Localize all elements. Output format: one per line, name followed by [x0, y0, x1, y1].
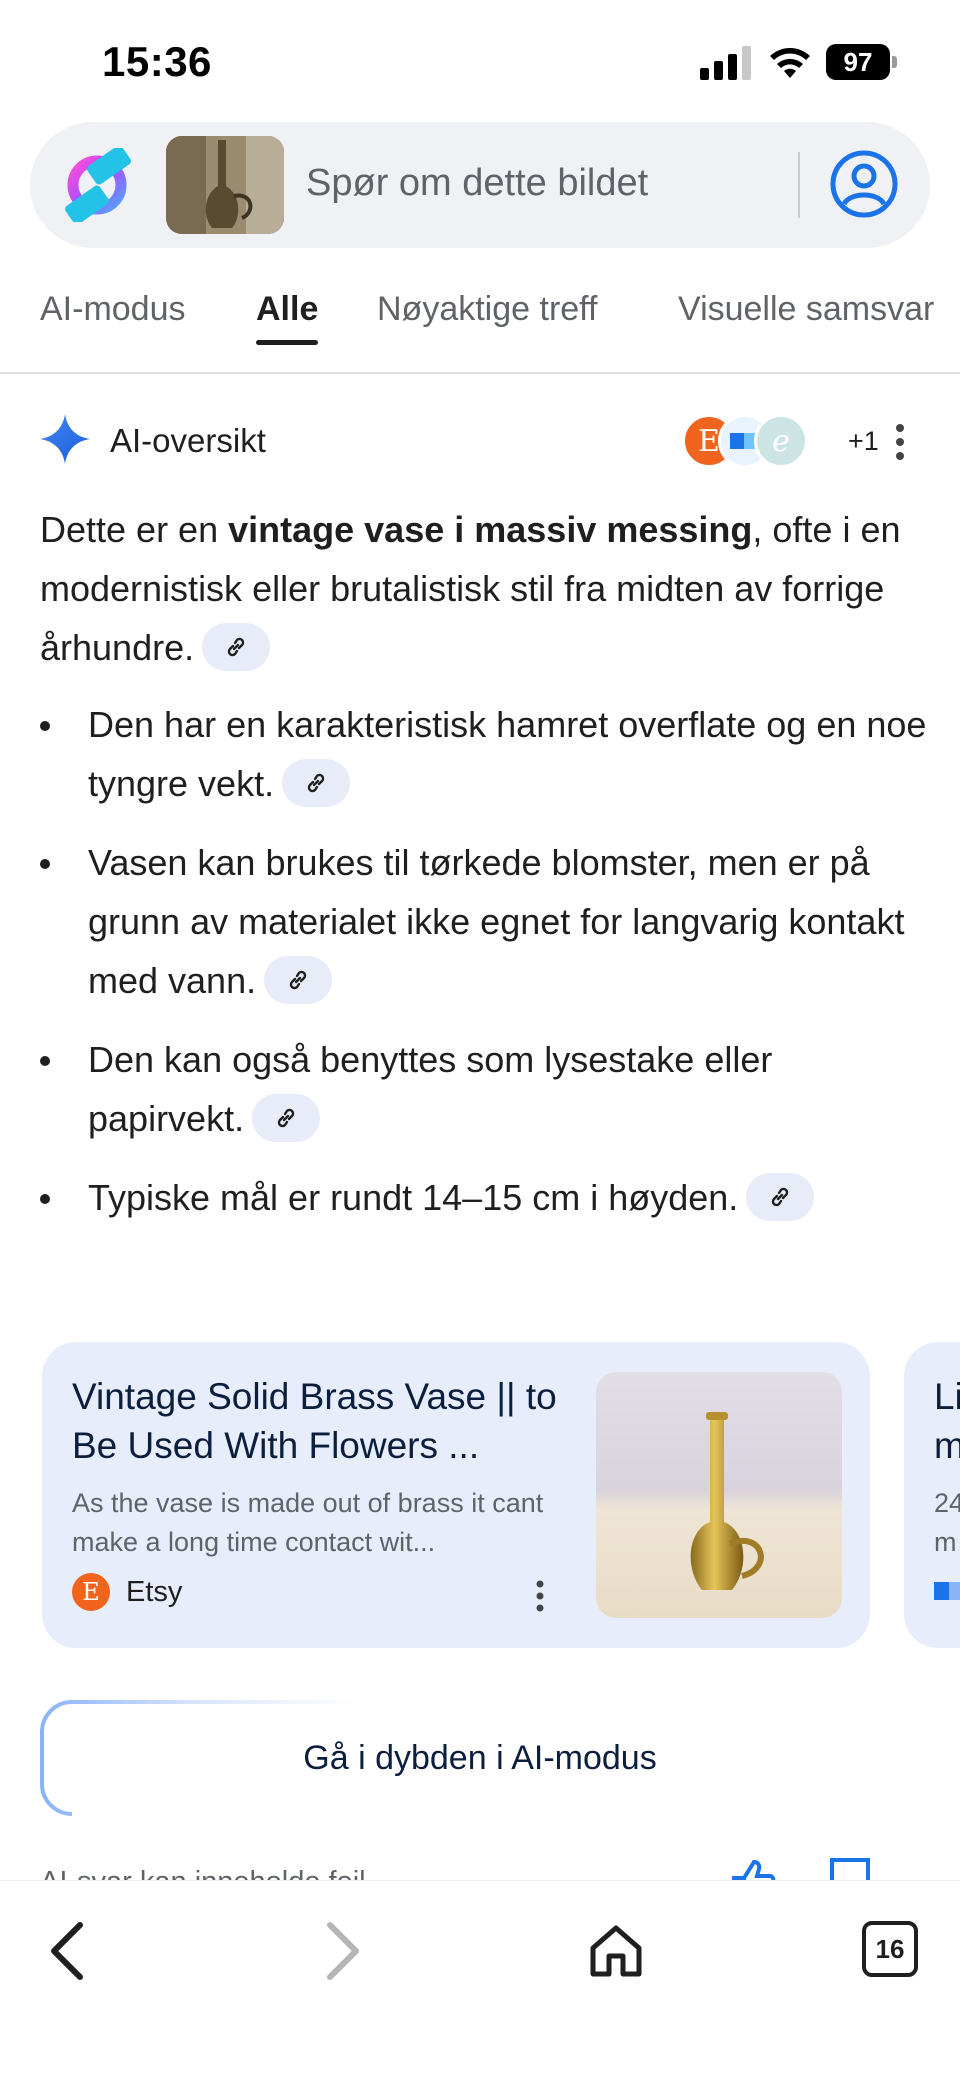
link-icon [227, 638, 245, 657]
citation-link-button[interactable] [746, 1173, 815, 1222]
source-avatars[interactable]: E e +1 [682, 414, 882, 470]
ai-overview-body: Dette er en vintage vase i massiv messin… [40, 500, 930, 1247]
card-snippet: As the vase is made out of brass it cant… [72, 1488, 544, 1557]
etsy-logo-icon: E [72, 1573, 110, 1611]
link-icon [289, 971, 307, 990]
ai-mode-button-label[interactable]: Gå i dybden i AI-modus [40, 1700, 920, 1816]
search-input[interactable]: Spør om dette bildet [306, 162, 648, 205]
overview-bullets: Den har en karakteristisk hamret overfla… [40, 695, 930, 1227]
bullet-text: Den har en karakteristisk hamret overfla… [88, 704, 927, 804]
ai-mode-button[interactable]: Gå i dybden i AI-modus [40, 1700, 680, 1816]
search-divider [798, 152, 800, 218]
citation-link-button[interactable] [252, 1094, 321, 1143]
ai-overview-title: AI-oversikt [110, 422, 266, 459]
wifi-icon [770, 48, 810, 78]
home-button[interactable] [576, 1911, 656, 1991]
link-icon [277, 1109, 295, 1128]
overview-intro: Dette er en vintage vase i massiv messin… [40, 500, 930, 677]
forward-button[interactable] [302, 1911, 382, 1991]
status-bar: 15:36 97 [0, 0, 960, 120]
citation-link-button[interactable] [264, 956, 333, 1005]
bullet-text: Vasen kan brukes til tørkede blomster, m… [88, 842, 905, 1001]
card-product-image[interactable] [596, 1372, 842, 1618]
bullet-text: Typiske mål er rundt 14–15 cm i høyden. [88, 1177, 739, 1218]
intro-text: Dette er en [40, 509, 229, 550]
account-icon[interactable] [828, 148, 900, 220]
intro-highlight: vintage vase i massiv messing [228, 509, 753, 550]
ai-overview-header: AI-oversikt E e +1 [40, 414, 930, 470]
card-snippet: 24 m [934, 1488, 960, 1557]
card-more-options-icon[interactable] [532, 1578, 548, 1614]
source-card[interactable]: Li m 24 m [904, 1342, 960, 1648]
battery-icon: 97 [826, 44, 897, 80]
citation-link-button[interactable] [282, 759, 351, 808]
link-icon [772, 1188, 789, 1207]
tab-all[interactable]: Alle [256, 290, 318, 329]
tab-visual-matches[interactable]: Visuelle samsvar [678, 290, 934, 329]
source-logo-icon [934, 1582, 960, 1600]
card-source-name: Etsy [126, 1575, 183, 1608]
back-button[interactable] [28, 1911, 108, 1991]
search-bar[interactable]: Spør om dette bildet [30, 122, 930, 248]
search-tabs: AI-modus Alle Nøyaktige treff Visuelle s… [0, 270, 960, 374]
query-image-thumbnail[interactable] [166, 136, 284, 234]
bottom-navigation: 16 [0, 1880, 960, 2078]
card-title[interactable]: Li m [934, 1372, 960, 1470]
list-item: Den har en karakteristisk hamret overfla… [40, 695, 930, 813]
home-icon [590, 1925, 642, 1977]
forward-arrow-icon [327, 1922, 359, 1980]
list-item: Den kan også benyttes som lysestake elle… [40, 1030, 930, 1148]
more-options-icon[interactable] [890, 418, 910, 466]
bullet-text: Den kan også benyttes som lysestake elle… [88, 1039, 773, 1139]
google-lens-icon[interactable] [60, 148, 134, 222]
tab-ai-mode[interactable]: AI-modus [40, 290, 186, 329]
source-avatar-3[interactable]: e [754, 414, 808, 468]
source-cards-carousel[interactable]: Vintage Solid Brass Vase || to Be Used W… [42, 1342, 960, 1648]
signal-icon [700, 46, 751, 80]
source-card[interactable]: Vintage Solid Brass Vase || to Be Used W… [42, 1342, 870, 1648]
back-arrow-icon [51, 1922, 83, 1980]
more-sources-count[interactable]: +1 [848, 426, 879, 457]
tab-exact-matches[interactable]: Nøyaktige treff [377, 290, 597, 329]
status-time: 15:36 [102, 38, 212, 85]
sparkle-icon [40, 414, 90, 464]
active-tab-indicator [256, 340, 318, 345]
link-icon [307, 774, 325, 793]
list-item: Typiske mål er rundt 14–15 cm i høyden. [40, 1168, 930, 1227]
card-source: E Etsy [72, 1572, 182, 1612]
citation-link-button[interactable] [202, 623, 271, 672]
list-item: Vasen kan brukes til tørkede blomster, m… [40, 833, 930, 1010]
tabs-count-button[interactable]: 16 [862, 1921, 918, 1977]
battery-level: 97 [826, 44, 890, 80]
card-title[interactable]: Vintage Solid Brass Vase || to Be Used W… [72, 1372, 572, 1470]
